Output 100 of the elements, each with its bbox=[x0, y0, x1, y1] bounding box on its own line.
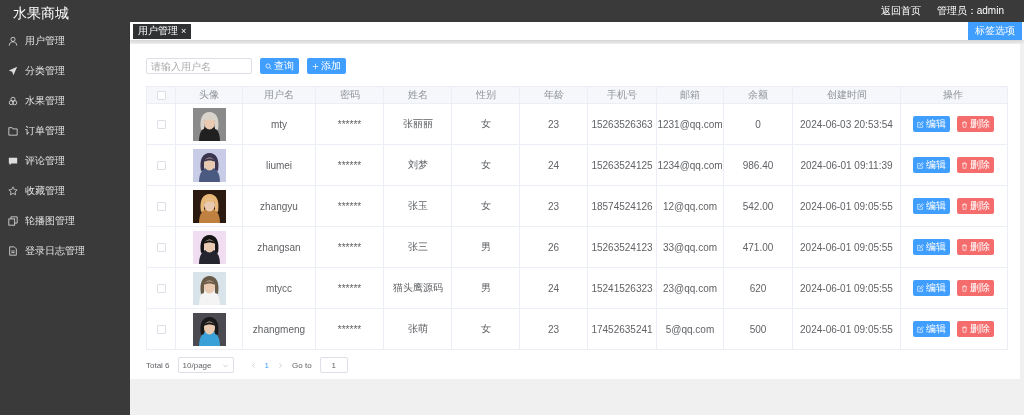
page-size-select[interactable]: 10/page bbox=[177, 357, 234, 373]
trash-icon bbox=[960, 161, 968, 169]
edit-icon bbox=[916, 161, 924, 169]
next-page-icon[interactable] bbox=[277, 361, 285, 369]
age-cell: 23 bbox=[519, 309, 587, 349]
created-time-cell: 2024-06-01 09:05:55 bbox=[792, 268, 900, 308]
column-header: 邮箱 bbox=[656, 87, 723, 103]
email-cell: 23@qq.com bbox=[656, 268, 723, 308]
name-cell: 张丽丽 bbox=[383, 104, 451, 144]
email-cell: 5@qq.com bbox=[656, 309, 723, 349]
phone-cell: 15263524123 bbox=[587, 227, 656, 267]
age-cell: 24 bbox=[519, 268, 587, 308]
balance-cell: 542.00 bbox=[723, 186, 792, 226]
balance-cell: 471.00 bbox=[723, 227, 792, 267]
folder-icon bbox=[8, 126, 18, 136]
name-cell: 猫头鹰源码 bbox=[383, 268, 451, 308]
search-button[interactable]: 查询 bbox=[260, 58, 299, 74]
sidebar-item[interactable]: 轮播图管理 bbox=[0, 206, 130, 236]
created-time-cell: 2024-06-01 09:11:39 bbox=[792, 145, 900, 185]
column-header: 头像 bbox=[175, 87, 242, 103]
chat-icon bbox=[8, 156, 18, 166]
tag-options-button[interactable]: 标签选项 bbox=[968, 22, 1022, 40]
document-icon bbox=[8, 246, 18, 256]
balance-cell: 986.40 bbox=[723, 145, 792, 185]
previous-page-icon[interactable] bbox=[249, 361, 257, 369]
edit-button[interactable]: 编辑 bbox=[912, 321, 950, 337]
close-icon[interactable]: × bbox=[181, 26, 187, 36]
row-checkbox[interactable] bbox=[156, 119, 166, 129]
delete-button[interactable]: 删除 bbox=[956, 157, 994, 173]
name-cell: 刘梦 bbox=[383, 145, 451, 185]
edit-button[interactable]: 编辑 bbox=[912, 116, 950, 132]
column-header: 姓名 bbox=[383, 87, 451, 103]
phone-cell: 15263524125 bbox=[587, 145, 656, 185]
total-count: Total 6 bbox=[146, 360, 170, 370]
row-checkbox[interactable] bbox=[156, 160, 166, 170]
column-header: 密码 bbox=[315, 87, 383, 103]
home-link[interactable]: 返回首页 bbox=[880, 4, 921, 18]
age-cell: 23 bbox=[519, 186, 587, 226]
username-cell: liumei bbox=[242, 145, 315, 185]
username-cell: mty bbox=[242, 104, 315, 144]
search-icon bbox=[265, 62, 272, 70]
delete-button[interactable]: 删除 bbox=[956, 239, 994, 255]
row-checkbox[interactable] bbox=[156, 324, 166, 334]
username-cell: mtycc bbox=[242, 268, 315, 308]
delete-button[interactable]: 删除 bbox=[956, 280, 994, 296]
row-checkbox[interactable] bbox=[156, 242, 166, 252]
password-cell: ****** bbox=[315, 227, 383, 267]
row-checkbox[interactable] bbox=[156, 283, 166, 293]
sidebar-item[interactable]: 评论管理 bbox=[0, 146, 130, 176]
created-time-cell: 2024-06-03 20:53:54 bbox=[792, 104, 900, 144]
page-number[interactable]: 1 bbox=[264, 360, 270, 370]
select-all-checkbox[interactable] bbox=[156, 90, 166, 100]
gender-cell: 女 bbox=[451, 145, 519, 185]
gender-cell: 女 bbox=[451, 309, 519, 349]
column-header: 年龄 bbox=[519, 87, 587, 103]
trash-icon bbox=[960, 202, 968, 210]
created-time-cell: 2024-06-01 09:05:55 bbox=[792, 227, 900, 267]
gender-cell: 女 bbox=[451, 186, 519, 226]
sidebar-item[interactable]: 收藏管理 bbox=[0, 176, 130, 206]
column-header: 用户名 bbox=[242, 87, 315, 103]
gender-cell: 女 bbox=[451, 104, 519, 144]
sidebar-item[interactable]: 分类管理 bbox=[0, 56, 130, 86]
created-time-cell: 2024-06-01 09:05:55 bbox=[792, 309, 900, 349]
paper-plane-icon bbox=[8, 66, 18, 76]
goto-field[interactable]: 1 bbox=[319, 357, 348, 373]
edit-icon bbox=[916, 325, 924, 333]
admin-label: 管理员：admin bbox=[936, 4, 1004, 18]
delete-button[interactable]: 删除 bbox=[956, 321, 994, 337]
add-button[interactable]: 添加 bbox=[307, 58, 346, 74]
circles-icon bbox=[8, 96, 18, 106]
row-checkbox[interactable] bbox=[156, 201, 166, 211]
edit-button[interactable]: 编辑 bbox=[912, 280, 950, 296]
password-cell: ****** bbox=[315, 309, 383, 349]
delete-button[interactable]: 删除 bbox=[956, 116, 994, 132]
age-cell: 24 bbox=[519, 145, 587, 185]
trash-icon bbox=[960, 325, 968, 333]
plus-icon bbox=[312, 62, 319, 70]
edit-icon bbox=[916, 243, 924, 251]
sidebar-item[interactable]: 用户管理 bbox=[0, 26, 130, 56]
email-cell: 1231@qq.com bbox=[656, 104, 723, 144]
edit-button[interactable]: 编辑 bbox=[912, 239, 950, 255]
page-tab[interactable]: 用户管理 × bbox=[133, 23, 192, 39]
sidebar-item[interactable]: 订单管理 bbox=[0, 116, 130, 146]
edit-button[interactable]: 编辑 bbox=[912, 198, 950, 214]
trash-icon bbox=[960, 120, 968, 128]
balance-cell: 620 bbox=[723, 268, 792, 308]
edit-button[interactable]: 编辑 bbox=[912, 157, 950, 173]
edit-icon bbox=[916, 120, 924, 128]
goto-label: Go to bbox=[292, 360, 312, 370]
star-icon bbox=[8, 186, 18, 196]
delete-button[interactable]: 删除 bbox=[956, 198, 994, 214]
password-cell: ****** bbox=[315, 104, 383, 144]
email-cell: 33@qq.com bbox=[656, 227, 723, 267]
age-cell: 23 bbox=[519, 104, 587, 144]
password-cell: ****** bbox=[315, 186, 383, 226]
search-field[interactable]: 请输入用户名 bbox=[146, 58, 252, 74]
sidebar-item[interactable]: 水果管理 bbox=[0, 86, 130, 116]
sidebar-item[interactable]: 登录日志管理 bbox=[0, 236, 130, 266]
phone-cell: 15263526363 bbox=[587, 104, 656, 144]
column-header: 手机号 bbox=[587, 87, 656, 103]
